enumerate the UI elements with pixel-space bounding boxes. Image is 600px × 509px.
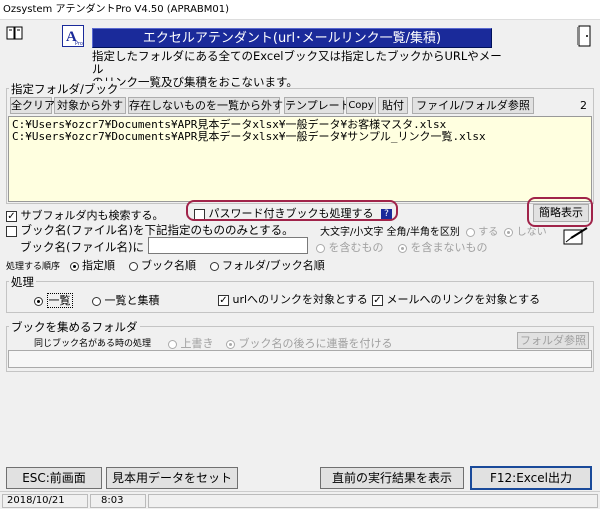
case-no-label: しない (516, 227, 547, 238)
not-contains-label: を含まないもの (410, 241, 488, 254)
f12-excel-output-button[interactable]: F12:Excel出力 (470, 466, 592, 490)
subfolder-option[interactable]: ✓ サブフォルダ内も検索する。 (6, 207, 164, 223)
last-result-button[interactable]: 直前の実行結果を表示 (320, 467, 464, 489)
process-list-collect-label: 一覧と集積 (104, 294, 160, 307)
order-specified-radio[interactable] (69, 261, 79, 271)
subfolder-label: サブフォルダ内も検索する。 (20, 209, 164, 222)
book-filter-option[interactable]: ブック名(ファイル名)を下記指定のもののみとする。 (6, 222, 294, 238)
contains-radio[interactable] (316, 243, 325, 253)
sample-data-button[interactable]: 見本用データをセット (106, 467, 238, 489)
case-sensitivity-group: 大文字/小文字 全角/半角を区別 する しない (320, 223, 547, 238)
book-filter-label-tail: みとする。 (236, 223, 294, 237)
order-folder-radio[interactable] (209, 261, 219, 271)
contains-label: を含むもの (328, 241, 384, 254)
case-yes-radio[interactable] (466, 227, 476, 237)
contains-option[interactable]: を含むもの (316, 239, 384, 255)
suffix-label: ブック名の後ろに連番を付ける (238, 337, 393, 350)
process-list-collect-option[interactable]: 一覧と集積 (92, 292, 160, 308)
book-icon[interactable] (6, 26, 24, 40)
exclude-button[interactable]: 対象から外す (54, 97, 126, 114)
status-empty (148, 494, 598, 508)
overwrite-option[interactable]: 上書き (168, 335, 214, 351)
process-group-label: 処理 (9, 274, 36, 290)
svg-text:Pro: Pro (75, 41, 83, 47)
url-links-option[interactable]: ✓ urlへのリンクを対象とする (218, 291, 368, 307)
same-name-label: 同じブック名がある時の処理 (34, 339, 152, 349)
overwrite-label: 上書き (180, 337, 214, 350)
status-bar: 2018/10/21 8:03 (0, 491, 600, 509)
order-book-label: ブック名順 (141, 259, 197, 272)
status-time: 8:03 (90, 494, 146, 508)
process-list-label: 一覧 (46, 293, 73, 308)
book-filter-label: ブック名(ファイル名)を下記指定のものの (20, 223, 237, 237)
process-list-option[interactable]: 一覧 (34, 292, 73, 308)
description: 指定したフォルダにある全てのExcelブック又は指定したブックからURLやメール… (92, 50, 512, 89)
process-list-collect-radio[interactable] (92, 296, 101, 306)
mail-links-label: メールへのリンクを対象とする (386, 293, 541, 306)
case-yes-label: する (478, 227, 499, 238)
case-label: 大文字/小文字 全角/半角を区別 (320, 227, 460, 238)
process-list-radio[interactable] (34, 296, 43, 306)
book-name-label: ブック名(ファイル名)に (20, 240, 144, 254)
password-highlight (186, 200, 398, 221)
overwrite-radio[interactable] (168, 339, 177, 349)
suffix-radio[interactable] (226, 339, 235, 349)
folder-browse-button[interactable]: フォルダ参照 (517, 332, 589, 349)
subfolder-checkbox[interactable]: ✓ (6, 210, 17, 222)
collect-group-label: ブックを集めるフォルダ (9, 319, 140, 335)
order-book-radio[interactable] (128, 261, 138, 271)
mail-links-checkbox[interactable]: ✓ (372, 294, 383, 306)
esc-back-button[interactable]: ESC:前画面 (6, 467, 102, 489)
order-group: 処理する順序 指定順 ブック名順 フォルダ/ブック名順 (6, 257, 325, 273)
folder-group-label: 指定フォルダ/ブック (9, 81, 121, 97)
not-contains-radio[interactable] (398, 243, 407, 253)
url-links-checkbox[interactable]: ✓ (218, 294, 229, 306)
path-list-textarea[interactable]: C:¥Users¥ozcr7¥Documents¥APR見本データxlsx¥一般… (8, 116, 592, 202)
path-count: 2 (580, 99, 587, 112)
book-name-input[interactable] (148, 237, 308, 254)
pen-edit-icon[interactable] (563, 226, 589, 246)
not-contains-option[interactable]: を含まないもの (398, 239, 488, 255)
collect-folder-input[interactable] (8, 350, 592, 368)
order-folder-label: フォルダ/ブック名順 (222, 259, 325, 272)
case-no-radio[interactable] (504, 227, 514, 237)
window-title: Ozsystem アテンダントPro V4.50 (APRABM01) (0, 0, 600, 20)
clear-all-button[interactable]: 全クリア (10, 97, 55, 114)
paste-button[interactable]: 貼付 (378, 97, 408, 114)
page-title: エクセルアテンダント(url･メールリンク一覧/集積) (92, 28, 492, 48)
url-links-label: urlへのリンクを対象とする (232, 293, 368, 306)
exit-door-icon[interactable] (576, 24, 594, 48)
exclude-missing-button[interactable]: 存在しないものを一覧から外す (128, 97, 283, 114)
copy-button[interactable]: Copy (346, 97, 376, 114)
order-specified-label: 指定順 (82, 259, 116, 272)
mail-links-option[interactable]: ✓ メールへのリンクを対象とする (372, 291, 540, 307)
description-line-1: 指定したフォルダにある全てのExcelブック又は指定したブックからURLやメール (92, 49, 502, 76)
order-label: 処理する順序 (6, 262, 61, 272)
app-logo-icon: A Pro (62, 25, 84, 47)
browse-file-folder-button[interactable]: ファイル/フォルダ参照 (412, 97, 534, 114)
status-date: 2018/10/21 (2, 494, 88, 508)
template-button[interactable]: テンプレート (284, 97, 351, 114)
book-filter-checkbox[interactable] (6, 225, 17, 237)
suffix-option[interactable]: ブック名の後ろに連番を付ける (226, 335, 393, 351)
path-line-2: C:¥Users¥ozcr7¥Documents¥APR見本データxlsx¥一般… (12, 130, 486, 143)
